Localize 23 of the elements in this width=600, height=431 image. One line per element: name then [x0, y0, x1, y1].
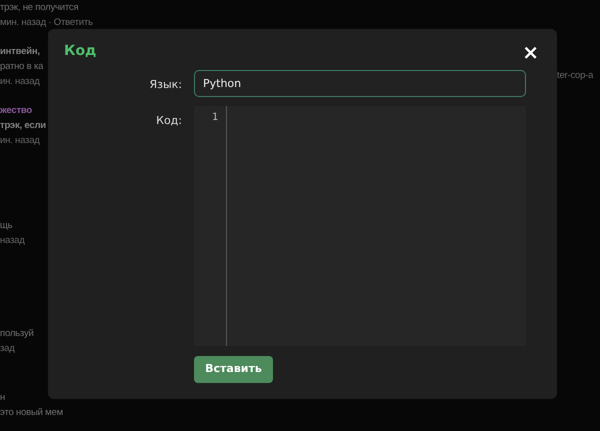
link-text: ter-cop-a	[557, 69, 594, 83]
insert-button[interactable]: Вставить	[194, 356, 273, 383]
comment-meta: зад	[0, 342, 15, 356]
comment-meta: ин. назад	[0, 134, 40, 148]
comment-text: н	[0, 391, 6, 405]
comment-meta: назад	[0, 234, 25, 248]
comment-meta: ин. назад	[0, 75, 40, 89]
comment-text: трэк, не получится	[0, 1, 78, 15]
username-text: интвейн,	[0, 45, 40, 59]
language-label: Язык:	[149, 77, 182, 93]
comment-meta: мин. назад · Ответить	[0, 16, 93, 30]
comment-text: это новый мем	[0, 406, 63, 420]
comment-text: щь	[0, 219, 12, 233]
language-field[interactable]: Python	[194, 70, 526, 97]
username-text: трэк, если	[0, 119, 46, 133]
tag-text: жество	[0, 104, 32, 118]
line-number: 1	[210, 111, 218, 125]
code-editor[interactable]: 1	[194, 106, 526, 346]
dialog-title: Код	[64, 42, 96, 61]
code-label: Код:	[156, 113, 182, 129]
comment-text: пользуй	[0, 327, 34, 341]
comment-text: ратно в ка	[0, 60, 44, 74]
close-button[interactable]: ×	[520, 42, 541, 62]
